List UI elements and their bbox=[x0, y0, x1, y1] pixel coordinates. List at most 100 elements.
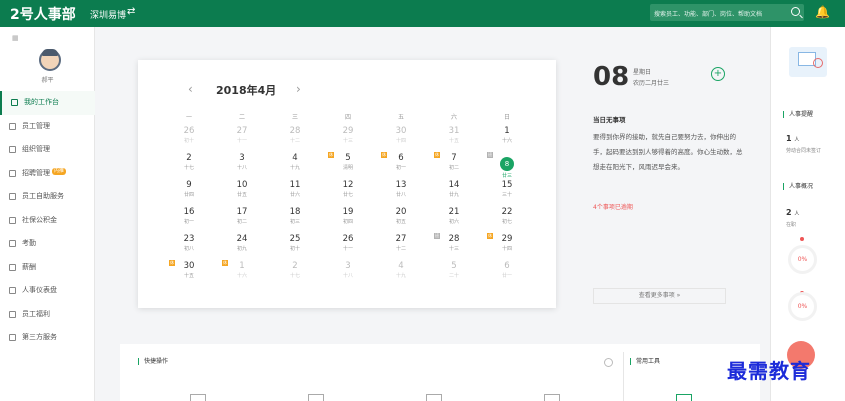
app-logo[interactable]: 2号人事部 bbox=[10, 4, 76, 24]
calendar-day[interactable]: 3 十八 bbox=[215, 151, 269, 178]
calendar-day[interactable]: 1 十六 bbox=[480, 124, 534, 151]
overdue-link[interactable]: 4个事项已逾期 bbox=[593, 202, 633, 211]
sidebar-item[interactable]: 组织管理 bbox=[0, 138, 95, 162]
calendar-day[interactable]: 4 十九 bbox=[268, 151, 322, 178]
day-number: 11 bbox=[289, 180, 301, 190]
calendar-day[interactable]: 12 廿七 bbox=[321, 178, 375, 205]
calendar-day[interactable]: 18 初三 bbox=[268, 205, 322, 232]
calendar-day[interactable]: 6 初一休 bbox=[374, 151, 428, 178]
calendar-day[interactable]: 21 初六 bbox=[427, 205, 481, 232]
calendar-day[interactable]: 7 初二休 bbox=[427, 151, 481, 178]
lunar-label: 初一 bbox=[183, 219, 194, 225]
calendar-day[interactable]: 30 十四 bbox=[374, 124, 428, 151]
quick-action-icon[interactable] bbox=[308, 394, 324, 401]
selected-day-number: 08 bbox=[593, 62, 630, 92]
calendar-day[interactable]: 2 十七 bbox=[162, 151, 216, 178]
prev-month-button[interactable]: ‹ bbox=[188, 82, 193, 96]
calendar-day[interactable]: 24 初九 bbox=[215, 232, 269, 259]
quick-action-icon[interactable] bbox=[190, 394, 206, 401]
sidebar-item[interactable]: 员工管理 bbox=[0, 115, 95, 139]
calendar-day[interactable]: 30 十五休 bbox=[162, 259, 216, 286]
bell-icon[interactable]: 🔔 bbox=[815, 5, 830, 19]
sidebar-item[interactable]: 员工自助服务 bbox=[0, 185, 95, 209]
switch-company-icon[interactable]: ⇄ bbox=[127, 6, 135, 17]
calendar-day[interactable]: 14 廿九 bbox=[427, 178, 481, 205]
sidebar-item-label: 我的工作台 bbox=[24, 98, 59, 106]
lunar-label: 十六 bbox=[236, 273, 247, 279]
sidebar-item-label: 考勤 bbox=[22, 239, 36, 247]
holiday-tag: 休 bbox=[169, 260, 175, 266]
reminder-count[interactable]: 1 人 bbox=[786, 134, 799, 143]
day-number: 26 bbox=[342, 234, 354, 244]
sidebar-item[interactable]: 我的工作台 bbox=[0, 91, 95, 115]
lunar-label: 初二 bbox=[236, 219, 247, 225]
sidebar-item[interactable]: 薪酬 bbox=[0, 256, 95, 280]
day-number: 22 bbox=[501, 207, 513, 217]
calendar-day[interactable]: 9 廿四 bbox=[162, 178, 216, 205]
avatar[interactable] bbox=[39, 49, 61, 71]
calendar-day[interactable]: 5 二十 bbox=[427, 259, 481, 286]
sidebar-item[interactable]: 社保公积金 bbox=[0, 209, 95, 233]
menu-grid-icon[interactable]: ▦ bbox=[12, 34, 19, 42]
calendar-day[interactable]: 4 十九 bbox=[374, 259, 428, 286]
lunar-label: 十八 bbox=[342, 273, 353, 279]
calendar-day[interactable]: 26 十一 bbox=[321, 232, 375, 259]
more-events-button[interactable]: 查看更多事项 » bbox=[593, 288, 726, 304]
calendar-day[interactable]: 27 十一 bbox=[215, 124, 269, 151]
calendar-day[interactable]: 17 初二 bbox=[215, 205, 269, 232]
lunar-label: 十七 bbox=[183, 165, 194, 171]
calendar-day[interactable]: 26 初十 bbox=[162, 124, 216, 151]
lunar-label: 十五 bbox=[183, 273, 194, 279]
sidebar-item-label: 招聘管理 bbox=[22, 168, 50, 177]
lunar-label: 廿七 bbox=[342, 192, 353, 198]
calendar-day[interactable]: 16 初一 bbox=[162, 205, 216, 232]
calendar-day[interactable]: 31 十五 bbox=[427, 124, 481, 151]
calendar-day[interactable]: 8 廿三班 bbox=[480, 151, 534, 179]
search-input[interactable]: 搜索员工、功能、部门、岗位、帮助文档 bbox=[650, 4, 804, 21]
tool-icon[interactable] bbox=[676, 394, 692, 401]
sidebar-item[interactable]: 招聘管理 内推 bbox=[0, 162, 95, 186]
sidebar-item-label: 社保公积金 bbox=[22, 215, 57, 224]
overview-count[interactable]: 2 人 bbox=[786, 208, 799, 217]
calendar-day[interactable]: 5 清明休 bbox=[321, 151, 375, 178]
calendar-day[interactable]: 19 初四 bbox=[321, 205, 375, 232]
quick-action-icon[interactable] bbox=[426, 394, 442, 401]
holiday-tag: 休 bbox=[487, 233, 493, 239]
day-number: 3 bbox=[345, 261, 351, 271]
quick-action-icon[interactable] bbox=[544, 394, 560, 401]
sidebar-item-label: 组织管理 bbox=[22, 145, 50, 153]
day-number: 5 bbox=[451, 261, 457, 271]
calendar-day[interactable]: 1 十六休 bbox=[215, 259, 269, 286]
lunar-label: 二十 bbox=[448, 273, 459, 279]
help-icon[interactable] bbox=[604, 358, 613, 367]
search-icon[interactable] bbox=[791, 7, 800, 16]
calendar-day[interactable]: 10 廿五 bbox=[215, 178, 269, 205]
calendar-day[interactable]: 2 十七 bbox=[268, 259, 322, 286]
sidebar-item[interactable]: 员工福利 bbox=[0, 303, 95, 327]
calendar-month-title: 2018年4月 bbox=[216, 84, 277, 97]
next-month-button[interactable]: › bbox=[296, 82, 301, 96]
calendar-day[interactable]: 28 十三班 bbox=[427, 232, 481, 259]
sidebar-item[interactable]: 人事仪表盘 bbox=[0, 279, 95, 303]
company-name[interactable]: 深圳易博 bbox=[90, 8, 126, 21]
lunar-label: 初八 bbox=[183, 246, 194, 252]
calendar-day[interactable]: 11 廿六 bbox=[268, 178, 322, 205]
calendar-day[interactable]: 28 十二 bbox=[268, 124, 322, 151]
calendar-day[interactable]: 3 十八 bbox=[321, 259, 375, 286]
add-event-button[interactable]: + bbox=[711, 67, 725, 81]
overview-title: 人事概况 bbox=[783, 183, 813, 190]
calendar-day[interactable]: 20 初五 bbox=[374, 205, 428, 232]
calendar-day[interactable]: 29 十三 bbox=[321, 124, 375, 151]
calendar-day[interactable]: 23 初八 bbox=[162, 232, 216, 259]
calendar-day[interactable]: 22 初七 bbox=[480, 205, 534, 232]
daily-quote: 要得到你界的接助，就先自己要努力去，你伸出的手，起码要达到别人够得着的高度。你心… bbox=[593, 133, 743, 171]
calendar-day[interactable]: 15 三十 bbox=[480, 178, 534, 205]
calendar-day[interactable]: 29 十四休 bbox=[480, 232, 534, 259]
sidebar-item[interactable]: 考勤 bbox=[0, 232, 95, 256]
calendar-day[interactable]: 13 廿八 bbox=[374, 178, 428, 205]
lunar-label: 初二 bbox=[448, 165, 459, 171]
sidebar-item[interactable]: 第三方服务 bbox=[0, 326, 95, 350]
calendar-day[interactable]: 6 廿一 bbox=[480, 259, 534, 286]
calendar-day[interactable]: 25 初十 bbox=[268, 232, 322, 259]
calendar-day[interactable]: 27 十二 bbox=[374, 232, 428, 259]
